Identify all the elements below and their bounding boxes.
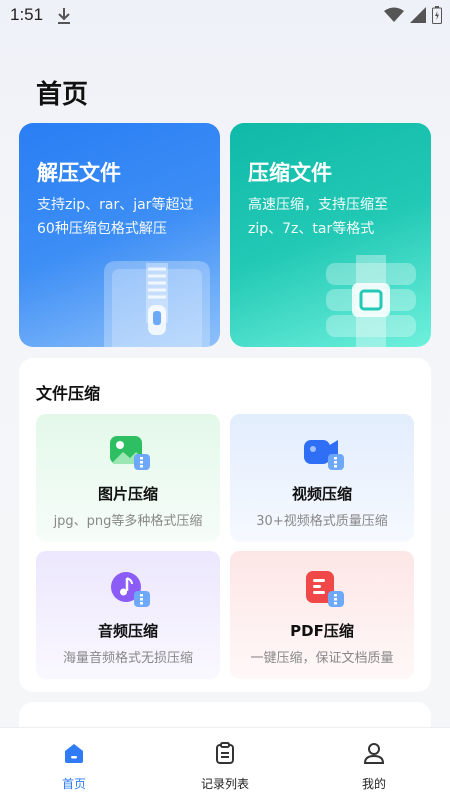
signal-icon [410,7,426,23]
nav-records-label: 记录列表 [200,777,249,791]
compress-section: 文件压缩 图片压缩 jpg、png等多种格式压缩 视频压缩 30+视频格式质量压… [19,358,431,692]
unzip-card[interactable]: 解压文件 支持zip、rar、jar等超过60种压缩包格式解压 [19,123,220,347]
pdf-compress-tile[interactable]: PDF压缩 一键压缩，保证文档质量 [230,551,414,679]
nav-mine-label: 我的 [361,777,386,791]
archive-icon [326,255,416,347]
audio-compress-desc: 海量音频格式无损压缩 [62,651,193,666]
status-icons [384,6,442,24]
bottom-nav: 首页 记录列表 我的 [0,727,450,800]
video-compress-name: 视频压缩 [291,485,352,503]
image-icon [110,436,150,470]
pdf-compress-desc: 一键压缩，保证文档质量 [250,651,394,666]
home-icon [65,744,83,763]
zip-card[interactable]: 压缩文件 高速压缩，支持压缩至zip、7z、tar等格式 [230,123,431,347]
page-title: 首页 [36,80,89,110]
zipper-icon [104,261,210,347]
music-icon [111,572,150,607]
nav-home[interactable]: 首页 [24,728,124,800]
battery-icon [432,6,442,24]
audio-compress-name: 音频压缩 [97,622,158,640]
section-title: 文件压缩 [36,384,101,403]
unzip-card-title: 解压文件 [37,161,121,185]
image-compress-name: 图片压缩 [97,485,158,503]
document-icon [306,571,344,607]
user-icon [363,743,385,764]
nav-records[interactable]: 记录列表 [175,728,275,800]
video-compress-tile[interactable]: 视频压缩 30+视频格式质量压缩 [230,414,414,542]
pdf-compress-name: PDF压缩 [290,622,354,640]
status-time: 1:51 [10,5,44,24]
unzip-card-desc: 支持zip、rar、jar等超过60种压缩包格式解压 [37,197,194,237]
video-compress-desc: 30+视频格式质量压缩 [256,514,388,529]
zip-card-desc: 高速压缩，支持压缩至zip、7z、tar等格式 [248,197,388,237]
status-bar: 1:51 [0,0,450,32]
image-compress-tile[interactable]: 图片压缩 jpg、png等多种格式压缩 [36,414,220,542]
wifi-icon [384,7,404,22]
video-icon [304,440,344,470]
nav-mine[interactable]: 我的 [324,728,424,800]
clipboard-icon [216,742,234,764]
image-compress-desc: jpg、png等多种格式压缩 [53,514,203,529]
zip-card-title: 压缩文件 [248,161,332,185]
download-icon [58,8,70,24]
audio-compress-tile[interactable]: 音频压缩 海量音频格式无损压缩 [36,551,220,679]
nav-home-label: 首页 [61,777,86,791]
